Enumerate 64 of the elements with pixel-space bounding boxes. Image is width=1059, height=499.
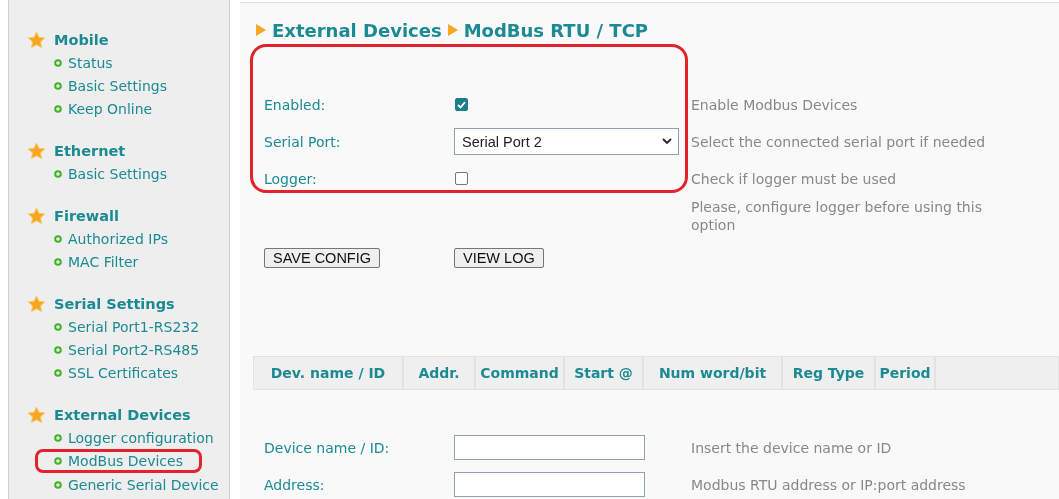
action-button[interactable]: SAVE CONFIG bbox=[264, 248, 381, 268]
help-text: Modbus RTU address or IP:port address bbox=[691, 476, 966, 493]
breadcrumb-item: ModBus RTU / TCP bbox=[463, 19, 649, 41]
serial-port-dropdown[interactable]: Serial Port 2 bbox=[454, 128, 679, 155]
bullet-icon bbox=[54, 257, 62, 266]
action-button[interactable]: VIEW LOG bbox=[454, 248, 544, 268]
sidebar-link[interactable]: MAC Filter bbox=[45, 250, 139, 273]
input-field[interactable] bbox=[454, 472, 645, 497]
bullet-icon bbox=[54, 81, 62, 90]
bullet-icon bbox=[54, 433, 62, 442]
sidebar-link[interactable]: ModBus Devices bbox=[35, 449, 202, 473]
sidebar-link[interactable]: Keep Online bbox=[45, 97, 153, 120]
sidebar-link[interactable]: Authorized IPs bbox=[45, 227, 168, 250]
column-header: Dev. name / ID bbox=[254, 357, 404, 389]
bullet-icon bbox=[54, 457, 62, 465]
star-icon bbox=[27, 31, 46, 49]
note-text: Please, configure logger before using this option bbox=[691, 198, 983, 234]
breadcrumb-item: External Devices bbox=[272, 19, 442, 41]
help-text: Check if logger must be used bbox=[691, 170, 897, 187]
bullet-icon bbox=[54, 322, 62, 331]
column-header: Start @ bbox=[565, 357, 644, 389]
bullet-icon bbox=[54, 169, 62, 178]
section-heading: Ethernet bbox=[54, 143, 126, 159]
section-heading: External Devices bbox=[54, 407, 191, 423]
column-header: Period bbox=[876, 357, 936, 389]
sidebar-link[interactable]: Logger configuration bbox=[45, 426, 214, 449]
bullet-icon bbox=[54, 58, 62, 67]
sidebar-link[interactable]: Serial Port1-RS232 bbox=[45, 315, 200, 338]
bullet-icon bbox=[54, 345, 62, 354]
help-text: Enable Modbus Devices bbox=[691, 96, 858, 113]
star-icon bbox=[27, 207, 46, 225]
triangle-icon bbox=[447, 24, 458, 36]
section-heading: Mobile bbox=[54, 32, 109, 48]
field-label: Serial Port: bbox=[264, 133, 341, 150]
column-header: Command bbox=[476, 357, 565, 389]
bullet-icon bbox=[54, 234, 62, 243]
help-text: Select the connected serial port if needed bbox=[691, 133, 986, 150]
help-text: Insert the device name or ID bbox=[691, 439, 892, 456]
field-label: Address: bbox=[264, 476, 325, 493]
column-header: Num word/bit bbox=[644, 357, 783, 389]
field-label: Device name / ID: bbox=[264, 439, 390, 456]
sidebar-link[interactable]: Serial Port2-RS485 bbox=[45, 338, 200, 361]
sidebar-link[interactable]: Basic Settings bbox=[45, 162, 167, 185]
bullet-icon bbox=[54, 480, 62, 489]
bullet-icon bbox=[54, 104, 62, 113]
chevron-down-icon bbox=[662, 138, 672, 145]
checkbox[interactable] bbox=[455, 172, 468, 185]
star-icon bbox=[27, 406, 46, 424]
sidebar-link[interactable]: SSL Certificates bbox=[45, 361, 179, 384]
star-icon bbox=[27, 142, 46, 160]
sidebar-link[interactable]: Generic Serial Device bbox=[45, 473, 219, 496]
section-heading: Firewall bbox=[54, 208, 119, 224]
checkbox[interactable] bbox=[455, 98, 468, 111]
triangle-icon bbox=[256, 24, 266, 36]
bullet-icon bbox=[54, 368, 62, 377]
section-heading: Serial Settings bbox=[54, 296, 175, 312]
sidebar-link[interactable]: Basic Settings bbox=[45, 74, 167, 97]
column-header: Reg Type bbox=[783, 357, 876, 389]
field-label: Logger: bbox=[264, 170, 317, 187]
input-field[interactable] bbox=[454, 435, 645, 460]
sidebar-link[interactable]: Status bbox=[45, 51, 113, 74]
field-label: Enabled: bbox=[264, 96, 326, 113]
star-icon bbox=[27, 295, 46, 313]
column-header: Addr. bbox=[404, 357, 476, 389]
